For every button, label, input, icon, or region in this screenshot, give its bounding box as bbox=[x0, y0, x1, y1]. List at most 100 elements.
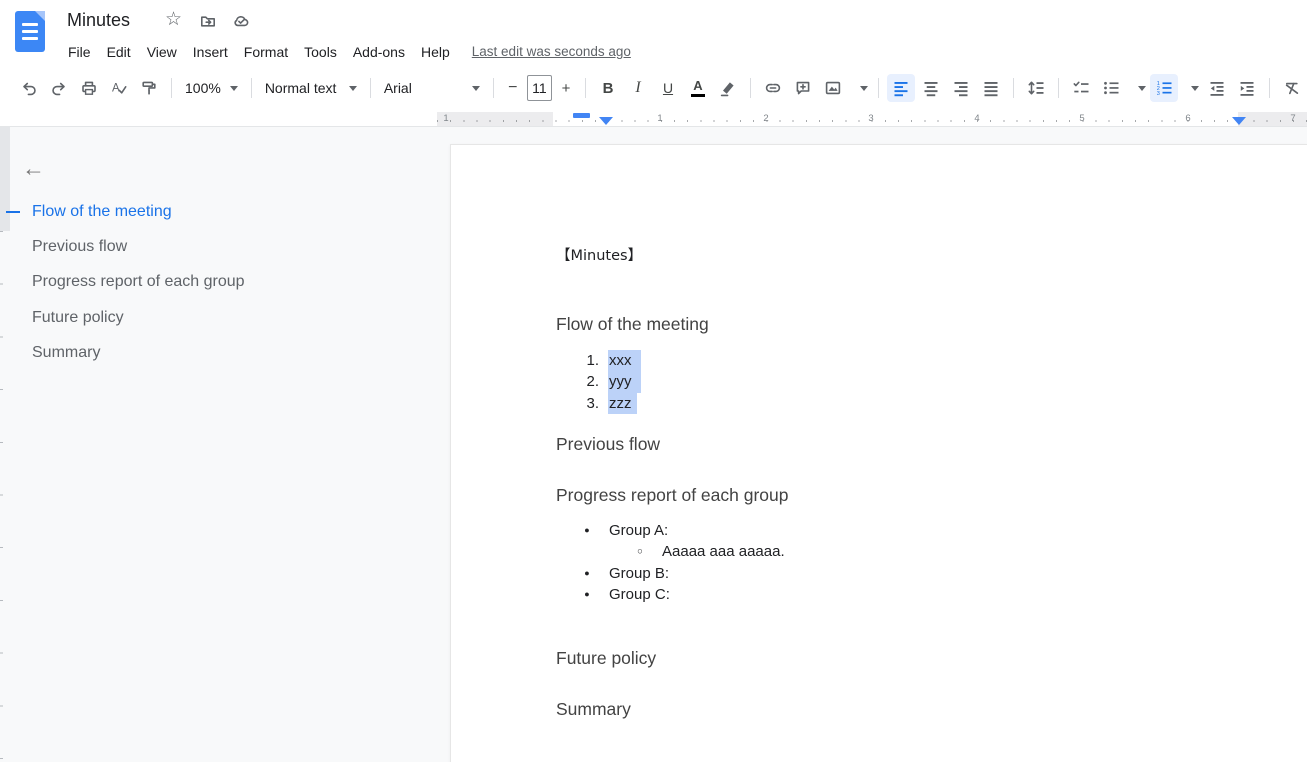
menu-help[interactable]: Help bbox=[413, 41, 458, 63]
cloud-saved-icon[interactable] bbox=[232, 12, 251, 30]
bullet-icon: ○ bbox=[634, 541, 646, 562]
highlight-color-button[interactable] bbox=[714, 74, 742, 102]
doc-heading-progress[interactable]: Progress report of each group bbox=[556, 484, 789, 506]
align-left-button[interactable] bbox=[887, 74, 915, 102]
checklist-button[interactable] bbox=[1067, 74, 1095, 102]
bulleted-list-dropdown[interactable] bbox=[1126, 74, 1149, 102]
insert-image-button[interactable] bbox=[819, 74, 847, 102]
toolbar: A 100% Normal text Arial − 11 + B I U A bbox=[0, 68, 1307, 108]
bullet-icon: ● bbox=[581, 520, 593, 541]
list-number: 1. bbox=[579, 350, 599, 371]
menu-tools[interactable]: Tools bbox=[296, 41, 345, 63]
increase-font-size-button[interactable]: + bbox=[555, 74, 577, 102]
font-value: Arial bbox=[384, 80, 412, 96]
vertical-ruler bbox=[0, 231, 3, 762]
menu-addons[interactable]: Add-ons bbox=[345, 41, 413, 63]
vertical-ruler-margin bbox=[0, 127, 10, 231]
ruler-number: 1 bbox=[657, 113, 662, 124]
font-select[interactable]: Arial bbox=[378, 74, 486, 102]
google-docs-logo-icon[interactable] bbox=[15, 11, 45, 52]
doc-heading-future[interactable]: Future policy bbox=[556, 647, 656, 669]
insert-link-button[interactable] bbox=[759, 74, 787, 102]
bulleted-list-item[interactable]: ● Group C: bbox=[451, 584, 1307, 605]
bulleted-list-item[interactable]: ● Group A: bbox=[451, 520, 1307, 541]
left-indent-marker[interactable] bbox=[599, 117, 613, 125]
outline-item-future-policy[interactable]: Future policy bbox=[10, 300, 430, 335]
redo-button[interactable] bbox=[45, 74, 73, 102]
menu-bar: File Edit View Insert Format Tools Add-o… bbox=[60, 39, 631, 64]
selected-text[interactable]: xxx bbox=[608, 350, 641, 371]
numbered-list-item[interactable]: 2. yyy bbox=[451, 371, 1307, 392]
move-to-folder-icon[interactable] bbox=[199, 12, 217, 30]
insert-image-dropdown[interactable] bbox=[848, 74, 871, 102]
outline-item-progress-report[interactable]: Progress report of each group bbox=[10, 265, 430, 300]
numbered-list-dropdown[interactable] bbox=[1179, 74, 1202, 102]
increase-indent-button[interactable] bbox=[1233, 74, 1261, 102]
selected-text[interactable]: zzz bbox=[608, 393, 637, 414]
paint-format-button[interactable] bbox=[135, 74, 163, 102]
svg-text:3: 3 bbox=[1157, 91, 1160, 97]
decrease-font-size-button[interactable]: − bbox=[502, 74, 524, 102]
menu-format[interactable]: Format bbox=[236, 41, 296, 63]
numbered-list-item[interactable]: 3. zzz bbox=[451, 393, 1307, 414]
ruler-number: 1 bbox=[443, 113, 448, 124]
bulleted-list-subitem[interactable]: ○ Aaaaa aaa aaaaa. bbox=[451, 541, 1307, 562]
numbered-list: 1. xxx 2. yyy 3. zzz bbox=[451, 350, 1307, 414]
doc-heading-summary[interactable]: Summary bbox=[556, 698, 631, 720]
right-indent-marker[interactable] bbox=[1232, 117, 1246, 125]
print-button[interactable] bbox=[75, 74, 103, 102]
decrease-indent-button[interactable] bbox=[1203, 74, 1231, 102]
outline-item-flow-of-the-meeting[interactable]: Flow of the meeting bbox=[10, 194, 430, 229]
list-text[interactable]: Aaaaa aaa aaaaa. bbox=[662, 541, 785, 562]
doc-heading-flow[interactable]: Flow of the meeting bbox=[556, 313, 709, 335]
chevron-down-icon bbox=[472, 86, 480, 91]
menu-insert[interactable]: Insert bbox=[185, 41, 236, 63]
bold-button[interactable]: B bbox=[594, 74, 622, 102]
outline-list: Flow of the meeting Previous flow Progre… bbox=[10, 194, 430, 371]
outline-item-previous-flow[interactable]: Previous flow bbox=[10, 229, 430, 264]
title-bar: Minutes ☆ bbox=[0, 0, 1307, 40]
menu-file[interactable]: File bbox=[60, 41, 99, 63]
numbered-list-button[interactable]: 123 bbox=[1150, 74, 1178, 102]
font-size-input[interactable]: 11 bbox=[527, 75, 552, 101]
line-spacing-button[interactable] bbox=[1022, 74, 1050, 102]
first-line-indent-marker[interactable] bbox=[573, 113, 590, 118]
bulleted-list-button[interactable] bbox=[1097, 74, 1125, 102]
selected-text[interactable]: yyy bbox=[608, 371, 641, 392]
style-value: Normal text bbox=[265, 80, 337, 96]
list-text[interactable]: Group C: bbox=[609, 584, 670, 605]
text-color-button[interactable]: A bbox=[684, 74, 712, 102]
doc-heading-previous[interactable]: Previous flow bbox=[556, 433, 660, 455]
bulleted-list-item[interactable]: ● Group B: bbox=[451, 563, 1307, 584]
menu-view[interactable]: View bbox=[139, 41, 185, 63]
bullet-icon: ● bbox=[581, 584, 593, 605]
align-center-button[interactable] bbox=[917, 74, 945, 102]
spell-check-button[interactable]: A bbox=[105, 74, 133, 102]
last-edit-link[interactable]: Last edit was seconds ago bbox=[472, 44, 631, 59]
undo-button[interactable] bbox=[15, 74, 43, 102]
justify-button[interactable] bbox=[977, 74, 1005, 102]
italic-button[interactable]: I bbox=[624, 74, 652, 102]
list-text[interactable]: Group A: bbox=[609, 520, 668, 541]
add-comment-button[interactable] bbox=[789, 74, 817, 102]
align-right-button[interactable] bbox=[947, 74, 975, 102]
document-title[interactable]: Minutes bbox=[67, 8, 130, 32]
bullet-icon: ● bbox=[581, 563, 593, 584]
star-icon[interactable]: ☆ bbox=[165, 10, 182, 30]
underline-button[interactable]: U bbox=[654, 74, 682, 102]
clear-formatting-button[interactable] bbox=[1278, 74, 1306, 102]
paragraph-style-select[interactable]: Normal text bbox=[259, 74, 363, 102]
close-outline-button[interactable]: ← bbox=[22, 154, 50, 182]
document-page[interactable]: 【Minutes】 Flow of the meeting 1. xxx 2. … bbox=[450, 144, 1307, 762]
list-number: 3. bbox=[579, 393, 599, 414]
menu-edit[interactable]: Edit bbox=[99, 41, 139, 63]
ruler-number: 7 bbox=[1290, 113, 1295, 124]
list-number: 2. bbox=[579, 371, 599, 392]
svg-text:A: A bbox=[112, 83, 120, 95]
outline-item-summary[interactable]: Summary bbox=[10, 336, 430, 371]
doc-title-line[interactable]: 【Minutes】 bbox=[556, 246, 642, 267]
ruler-number: 4 bbox=[974, 113, 979, 124]
list-text[interactable]: Group B: bbox=[609, 563, 669, 584]
zoom-select[interactable]: 100% bbox=[179, 74, 244, 102]
numbered-list-item[interactable]: 1. xxx bbox=[451, 350, 1307, 371]
